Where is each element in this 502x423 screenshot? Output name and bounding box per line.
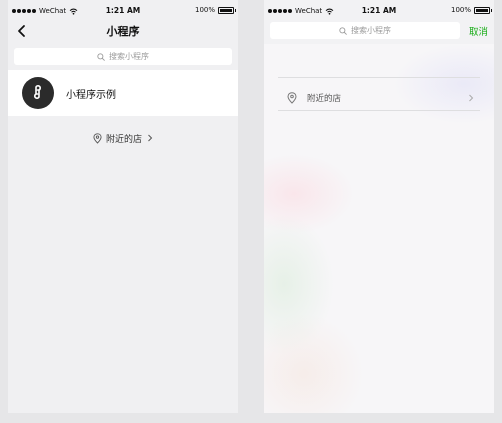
battery-percent: 100% bbox=[194, 6, 215, 14]
chevron-right-icon bbox=[469, 94, 474, 102]
search-screen: WeChat 1:21 AM 100% 搜索小程序 取消 附近的店 bbox=[264, 0, 494, 413]
search-placeholder: 搜索小程序 bbox=[351, 26, 391, 35]
location-pin-icon bbox=[93, 132, 102, 144]
nearby-stores-link[interactable]: 附近的店 bbox=[278, 86, 480, 110]
mini-program-list-item[interactable]: 小程序示例 bbox=[8, 70, 238, 116]
search-icon bbox=[97, 52, 105, 61]
mini-program-logo-icon bbox=[22, 77, 54, 109]
status-bar: WeChat 1:21 AM 100% bbox=[264, 0, 494, 20]
search-input[interactable]: 搜索小程序 bbox=[14, 48, 232, 65]
search-placeholder: 搜索小程序 bbox=[109, 52, 149, 61]
page-title: 小程序 bbox=[106, 25, 140, 38]
location-pin-icon bbox=[287, 92, 297, 104]
nav-bar: 小程序 bbox=[8, 20, 238, 42]
nearby-stores-link[interactable]: 附近的店 bbox=[8, 130, 238, 146]
battery-percent: 100% bbox=[450, 6, 471, 14]
search-bar-row: 搜索小程序 取消 bbox=[264, 22, 494, 42]
mini-program-list-screen: WeChat 1:21 AM 100% 小程序 搜索小程序 小程序示例 附近的店 bbox=[8, 0, 238, 413]
cancel-button[interactable]: 取消 bbox=[469, 24, 488, 38]
battery-icon bbox=[218, 6, 236, 14]
search-icon bbox=[339, 26, 347, 35]
search-results-overlay: 附近的店 bbox=[264, 44, 494, 413]
nearby-stores-label: 附近的店 bbox=[105, 134, 142, 145]
search-input[interactable]: 搜索小程序 bbox=[270, 22, 460, 39]
battery-icon bbox=[474, 6, 492, 14]
divider bbox=[278, 77, 480, 78]
status-bar: WeChat 1:21 AM 100% bbox=[8, 0, 238, 20]
nearby-stores-label: 附近的店 bbox=[307, 94, 342, 104]
mini-program-name: 小程序示例 bbox=[66, 89, 116, 101]
chevron-right-icon bbox=[148, 134, 153, 142]
divider bbox=[278, 110, 480, 111]
